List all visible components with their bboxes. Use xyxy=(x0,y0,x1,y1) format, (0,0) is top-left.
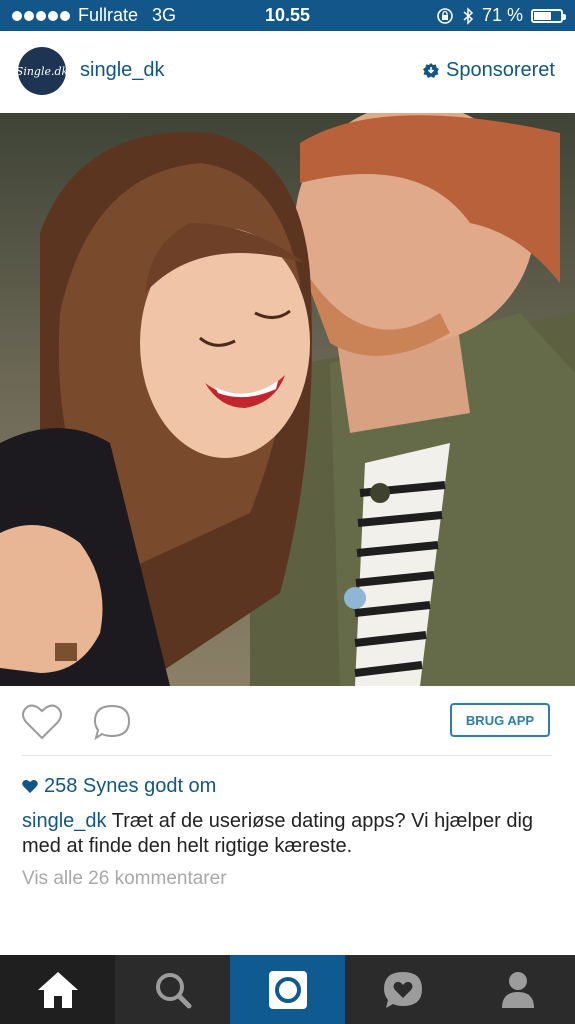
nav-home[interactable] xyxy=(0,955,115,1024)
comment-bubble-icon[interactable] xyxy=(92,703,132,741)
sponsored-text: Sponsoreret xyxy=(446,59,555,81)
nav-camera[interactable] xyxy=(230,955,345,1024)
post-username[interactable]: single_dk xyxy=(80,59,165,82)
orientation-lock-icon xyxy=(437,7,453,24)
caption-username[interactable]: single_dk xyxy=(22,810,107,832)
search-icon xyxy=(155,972,191,1008)
post-header: Single.dk single_dk Sponsoreret xyxy=(0,31,575,113)
view-all-comments-link[interactable]: Vis alle 26 kommentarer xyxy=(22,868,227,890)
nav-profile[interactable] xyxy=(460,955,575,1024)
nav-search[interactable] xyxy=(115,955,230,1024)
post-photo[interactable] xyxy=(0,113,575,686)
likes-text: 258 Synes godt om xyxy=(44,775,217,797)
post-caption: single_dk Træt af de useriøse dating app… xyxy=(22,809,552,859)
like-heart-icon[interactable] xyxy=(21,703,63,741)
brug-app-button[interactable]: BRUG APP xyxy=(450,703,550,737)
avatar[interactable]: Single.dk xyxy=(15,47,69,95)
avatar-logo-text: Single.dk xyxy=(15,64,69,78)
post-actions: BRUG APP xyxy=(0,686,575,756)
bottom-nav xyxy=(0,955,575,1024)
battery-icon xyxy=(531,8,566,23)
sponsored-icon xyxy=(423,62,440,78)
home-icon xyxy=(37,971,78,1008)
divider xyxy=(22,755,552,756)
status-bar: Fullrate 3G 10.55 71 % xyxy=(0,0,575,31)
camera-icon xyxy=(268,970,307,1009)
activity-icon xyxy=(383,971,422,1008)
profile-icon xyxy=(501,971,534,1008)
couple-photo-illustration xyxy=(0,113,575,686)
likes-count[interactable]: 258 Synes godt om xyxy=(22,775,216,798)
battery-percent: 71 % xyxy=(481,5,523,25)
like-count-heart-icon xyxy=(22,779,38,793)
nav-activity[interactable] xyxy=(345,955,460,1024)
status-right: 71 % xyxy=(436,5,566,26)
bluetooth-icon xyxy=(463,6,474,25)
sponsored-label[interactable]: Sponsoreret xyxy=(422,59,555,82)
